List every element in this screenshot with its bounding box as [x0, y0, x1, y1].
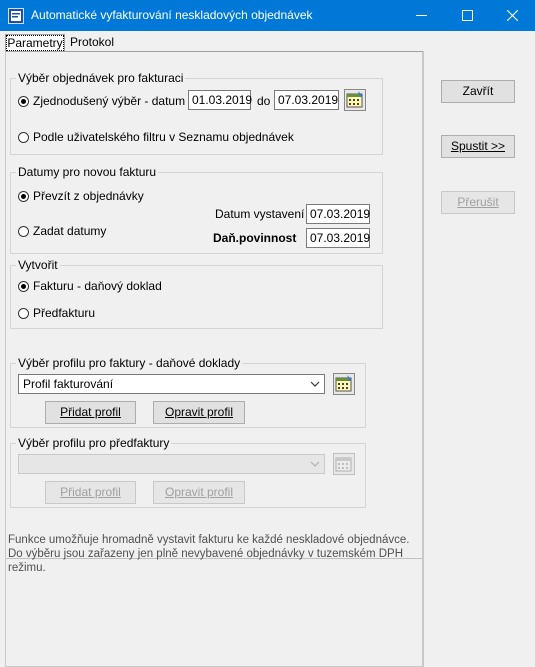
edit-proforma-profile-label: Opravit profil [164, 485, 234, 499]
radio-enter-dates[interactable] [18, 226, 29, 237]
proforma-profile-settings-button[interactable] [333, 453, 355, 475]
close-button[interactable]: Zavřít [441, 80, 515, 103]
date-to-label: do [257, 94, 271, 108]
tab-parametry-label: Parametry [6, 35, 64, 51]
interrupt-button[interactable]: Přerušit [441, 191, 515, 214]
radio-take-from-order[interactable] [18, 191, 29, 202]
interrupt-button-label: Přerušit [457, 195, 499, 209]
chevron-down-icon [310, 381, 320, 387]
profile-settings-icon [335, 375, 352, 392]
window-title: Automatické vyfakturování neskladových o… [31, 8, 313, 22]
calendar-icon [346, 91, 363, 108]
issue-date-input[interactable]: 07.03.2019 [306, 204, 370, 224]
close-window-button[interactable] [489, 0, 535, 31]
radio-enter-dates-label: Zadat datumy [33, 224, 107, 238]
date-to-input[interactable]: 07.03.2019 [274, 90, 339, 110]
radio-simple-selection[interactable] [18, 96, 29, 107]
add-invoice-profile-label: Přidat profil [60, 405, 121, 419]
issue-date-label: Datum vystavení [215, 207, 305, 221]
profile-settings-icon [335, 457, 352, 472]
date-from-input[interactable]: 01.03.2019 [188, 90, 252, 110]
radio-proforma-label: Předfakturu [33, 306, 96, 320]
minimize-button[interactable] [398, 0, 444, 31]
add-proforma-profile-label: Přidat profil [60, 485, 121, 499]
maximize-button[interactable] [444, 0, 490, 31]
radio-invoice-label: Fakturu - daňový doklad [33, 279, 162, 293]
add-proforma-profile-button[interactable]: Přidat profil [45, 481, 136, 504]
edit-invoice-profile-label: Opravit profil [164, 405, 234, 419]
radio-user-filter-label: Podle uživatelského filtru v Seznamu obj… [33, 130, 294, 144]
calendar-button[interactable] [344, 89, 366, 111]
radio-proforma[interactable] [18, 308, 29, 319]
edit-invoice-profile-button[interactable]: Opravit profil [153, 401, 245, 424]
close-button-label: Zavřít [462, 84, 494, 98]
tax-date-input[interactable]: 07.03.2019 [306, 228, 370, 248]
group-selection-title: Výběr objednávek pro fakturaci [16, 71, 186, 85]
tab-protokol[interactable]: Protokol [70, 34, 114, 50]
radio-take-from-order-label: Převzít z objednávky [33, 189, 144, 203]
chevron-down-icon [310, 461, 320, 467]
proforma-profile-select[interactable] [18, 454, 325, 474]
edit-proforma-profile-button[interactable]: Opravit profil [153, 481, 245, 504]
function-description: Funkce umožňuje hromadně vystavit faktur… [8, 534, 410, 574]
add-invoice-profile-button[interactable]: Přidat profil [45, 401, 136, 424]
minimize-icon [415, 15, 427, 17]
app-icon [8, 8, 24, 24]
radio-user-filter[interactable] [18, 132, 29, 143]
group-create-title: Vytvořit [16, 258, 60, 272]
tab-parametry[interactable]: Parametry [5, 34, 65, 51]
invoice-profile-value: Profil fakturování [23, 377, 114, 391]
invoice-profile-select[interactable]: Profil fakturování [18, 374, 325, 394]
group-profile-proforma-title: Výběr profilu pro předfaktury [16, 436, 172, 450]
maximize-icon [461, 10, 473, 22]
invoice-profile-settings-button[interactable] [333, 373, 355, 395]
close-icon [506, 9, 518, 22]
group-dates-title: Datumy pro novou fakturu [16, 165, 159, 179]
run-button-label: Spustit >> [450, 139, 506, 153]
tax-date-label: Daň.povinnost [213, 231, 297, 245]
radio-simple-selection-label: Zjednodušený výběr - datum od [33, 94, 202, 108]
radio-invoice[interactable] [18, 281, 29, 292]
run-button[interactable]: Spustit >> [441, 135, 515, 158]
group-profile-invoice-title: Výběr profilu pro faktury - daňové dokla… [16, 356, 243, 370]
tab-protokol-label: Protokol [70, 35, 115, 49]
